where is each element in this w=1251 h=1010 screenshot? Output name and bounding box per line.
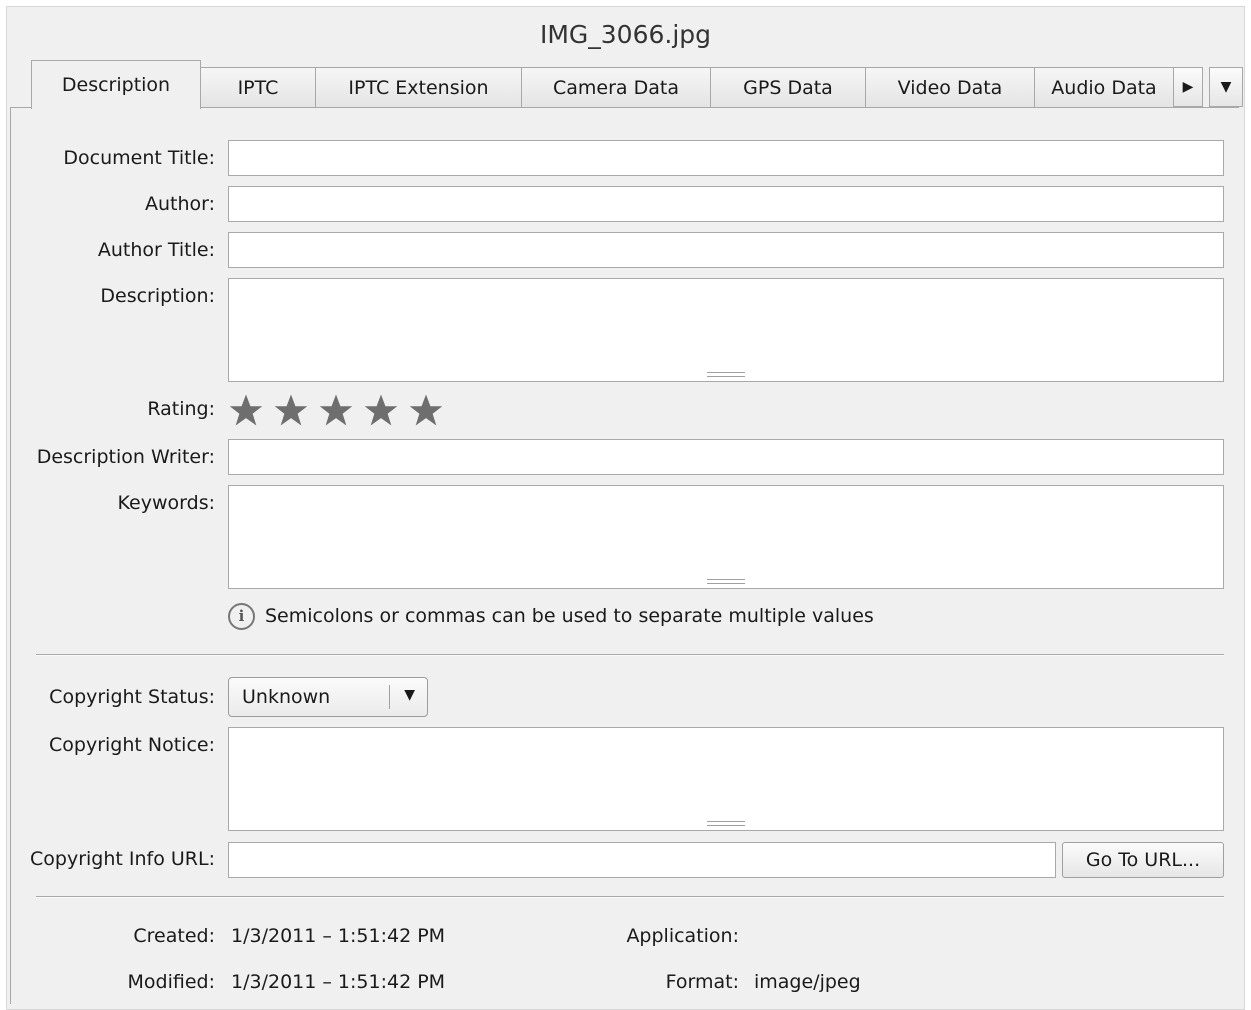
description-textarea[interactable] (228, 278, 1224, 382)
application-label: Application: (626, 925, 739, 947)
author-title-label: Author Title: (97, 239, 215, 261)
tab-iptc-extension[interactable]: IPTC Extension (315, 67, 522, 107)
triangle-right-icon: ▶ (1182, 79, 1194, 95)
created-value: 1/3/2011 – 1:51:42 PM (231, 925, 446, 947)
author-label: Author: (144, 193, 215, 215)
copyright-notice-label: Copyright Notice: (49, 734, 215, 756)
document-title-field[interactable] (228, 140, 1224, 176)
author-title-field[interactable] (228, 232, 1224, 268)
star-icon[interactable] (408, 393, 444, 427)
copyright-status-select[interactable]: Unknown ▼ (228, 677, 428, 717)
copyright-url-label: Copyright Info URL: (30, 848, 215, 870)
description-writer-label: Description Writer: (36, 446, 215, 468)
tab-audio-data[interactable]: Audio Data (1034, 67, 1174, 107)
format-label: Format: (665, 971, 739, 993)
tab-video-data[interactable]: Video Data (865, 67, 1035, 107)
star-icon[interactable] (318, 393, 354, 427)
resize-grip[interactable] (707, 372, 745, 377)
chevron-down-icon: ▼ (404, 687, 415, 703)
hint-text: Semicolons or commas can be used to sepa… (265, 605, 874, 627)
keywords-hint: i Semicolons or commas can be used to se… (228, 602, 874, 630)
modified-label: Modified: (127, 971, 215, 993)
description-writer-field[interactable] (228, 439, 1224, 475)
copyright-url-field[interactable] (228, 842, 1056, 878)
tab-iptc[interactable]: IPTC (200, 67, 316, 107)
tab-description[interactable]: Description (31, 60, 201, 109)
copyright-status-label: Copyright Status: (49, 686, 215, 708)
author-field[interactable] (228, 186, 1224, 222)
resize-grip[interactable] (707, 579, 745, 584)
tab-bar: Description IPTC IPTC Extension Camera D… (10, 60, 1243, 109)
resize-grip[interactable] (707, 821, 745, 826)
tab-gps-data[interactable]: GPS Data (710, 67, 866, 107)
modified-value: 1/3/2011 – 1:51:42 PM (231, 971, 446, 993)
format-value: image/jpeg (754, 971, 861, 993)
keywords-label: Keywords: (117, 492, 215, 514)
rating-label: Rating: (147, 398, 215, 420)
copyright-status-value: Unknown (242, 686, 331, 708)
star-icon[interactable] (273, 393, 309, 427)
tab-camera-data[interactable]: Camera Data (521, 67, 711, 107)
go-to-url-button[interactable]: Go To URL... (1062, 842, 1224, 878)
rating-stars (228, 393, 444, 427)
tabs-scroll-right-button[interactable]: ▶ (1173, 67, 1203, 107)
copyright-notice-textarea[interactable] (228, 727, 1224, 831)
section-divider (36, 654, 1224, 656)
star-icon[interactable] (363, 393, 399, 427)
section-divider (36, 896, 1224, 898)
keywords-textarea[interactable] (228, 485, 1224, 589)
tabs-menu-button[interactable]: ▼ (1209, 67, 1243, 107)
star-icon[interactable] (228, 393, 264, 427)
window-title: IMG_3066.jpg (539, 20, 712, 49)
description-label: Description: (100, 285, 215, 307)
info-icon: i (228, 602, 255, 630)
select-separator (389, 685, 390, 709)
created-label: Created: (133, 925, 215, 947)
document-title-label: Document Title: (63, 147, 215, 169)
chevron-down-icon: ▼ (1220, 79, 1232, 95)
